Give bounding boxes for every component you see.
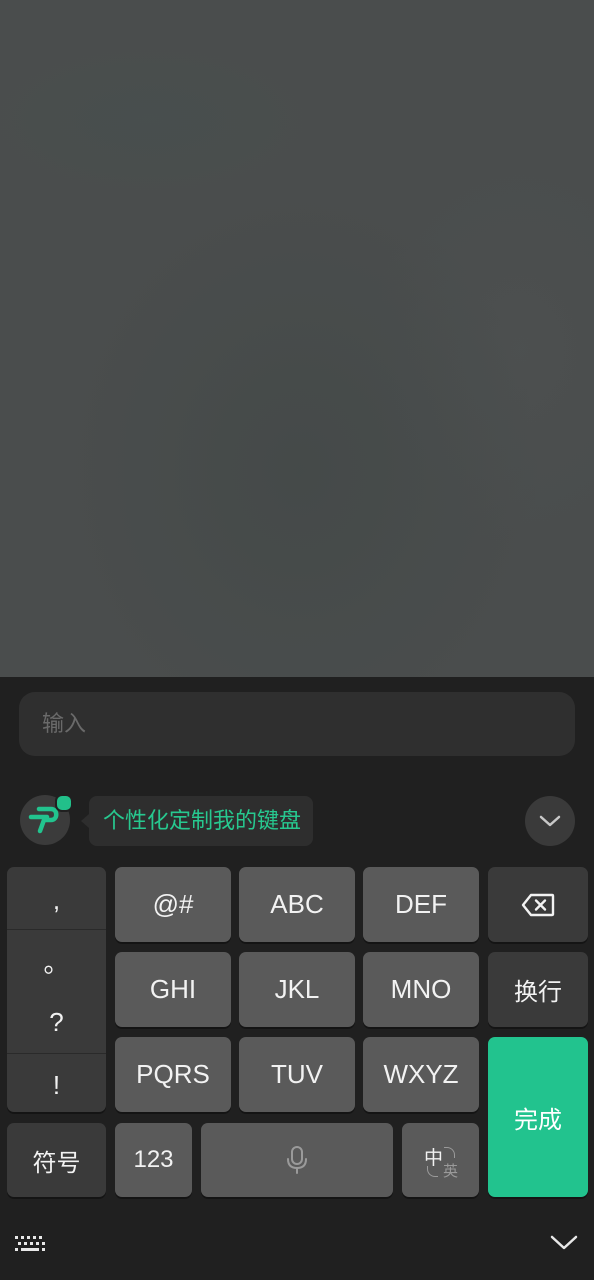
punctuation-column[interactable]: , 。 ? ! [7, 867, 106, 1112]
ime-logo-icon[interactable] [20, 794, 73, 845]
switch-arrow-icon [427, 1166, 438, 1177]
key-jkl[interactable]: JKL [239, 952, 355, 1027]
switch-arrow-icon [444, 1147, 455, 1158]
backspace-icon [521, 893, 555, 916]
text-input[interactable]: 输入 [19, 692, 575, 756]
punct-key-question[interactable]: ? [7, 991, 106, 1053]
punct-key-period[interactable]: 。 [7, 930, 106, 992]
key-ghi[interactable]: GHI [115, 952, 231, 1027]
space-key[interactable] [201, 1123, 393, 1197]
punct-key-exclamation[interactable]: ! [7, 1054, 106, 1112]
symbols-key[interactable]: 符号 [7, 1123, 106, 1197]
input-placeholder: 输入 [42, 711, 87, 736]
backspace-key[interactable] [488, 867, 588, 942]
notification-dot [55, 794, 73, 812]
numbers-key[interactable]: 123 [115, 1123, 192, 1197]
lang-secondary-label: 英 [443, 1163, 459, 1180]
done-key[interactable]: 完成 [488, 1037, 588, 1197]
chevron-down-icon[interactable] [548, 1230, 580, 1254]
collapse-toolbar-button[interactable] [525, 796, 575, 846]
newline-key[interactable]: 换行 [488, 952, 588, 1027]
app-background [0, 0, 594, 677]
key-mno[interactable]: MNO [363, 952, 479, 1027]
microphone-icon [287, 1146, 307, 1174]
punct-key-comma[interactable]: , [7, 869, 106, 931]
key-tuv[interactable]: TUV [239, 1037, 355, 1112]
chevron-down-icon [539, 815, 561, 827]
key-pqrs[interactable]: PQRS [115, 1037, 231, 1112]
key-wxyz[interactable]: WXYZ [363, 1037, 479, 1112]
suggestion-chip[interactable]: 个性化定制我的键盘 [80, 796, 314, 846]
language-switch-key[interactable]: 中 英 [402, 1123, 479, 1197]
key-symbols-at[interactable]: @# [115, 867, 231, 942]
keyboard-icon[interactable] [14, 1233, 46, 1255]
key-abc[interactable]: ABC [239, 867, 355, 942]
key-def[interactable]: DEF [363, 867, 479, 942]
